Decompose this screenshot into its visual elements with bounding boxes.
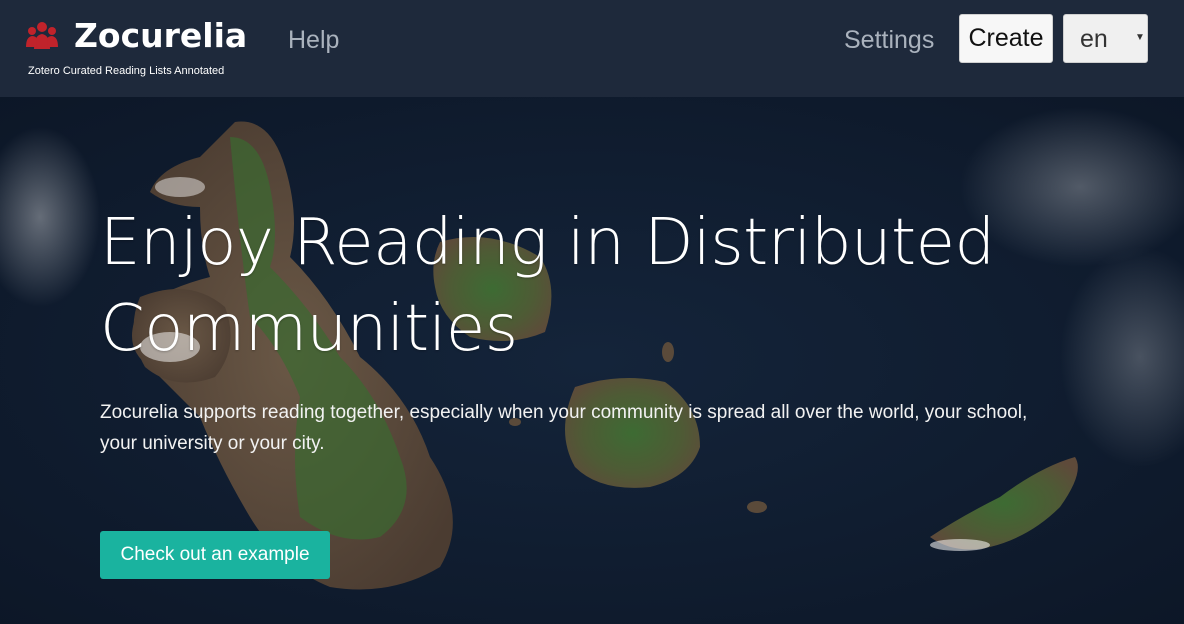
create-button[interactable]: Create [959,14,1053,63]
brand-subtitle: Zotero Curated Reading Lists Annotated [28,65,225,77]
users-icon [26,22,58,49]
hero-section: Enjoy Reading in Distributed Communities… [0,97,1184,624]
language-value: en [1080,25,1108,53]
brand-name: Zocurelia [74,16,248,55]
hero-title: Enjoy Reading in Distributed Communities [100,206,995,366]
top-navbar: Zocurelia Zotero Curated Reading Lists A… [0,0,1184,97]
check-out-example-button[interactable]: Check out an example [100,531,330,579]
brand[interactable]: Zocurelia Zotero Curated Reading Lists A… [26,16,248,77]
caret-down-icon: ▼ [1135,32,1145,43]
nav-settings-link[interactable]: Settings [844,26,934,55]
language-select[interactable]: en ▼ [1063,14,1148,63]
nav-help-link[interactable]: Help [288,26,339,55]
hero-description: Zocurelia supports reading together, esp… [100,402,1028,454]
